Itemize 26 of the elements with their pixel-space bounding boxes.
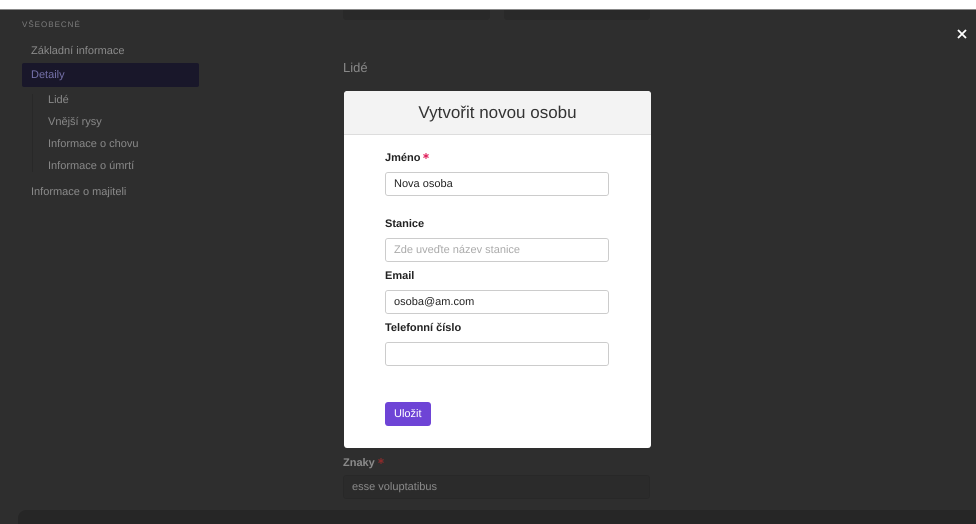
sidebar-item[interactable]: Detaily (22, 63, 199, 87)
section-heading: Lidé (343, 60, 369, 75)
close-icon[interactable] (957, 29, 967, 39)
input-field[interactable] (385, 342, 609, 366)
sidebar-subitem[interactable]: Informace o úmrtí (48, 160, 199, 172)
field-label: Stanice (385, 218, 424, 230)
sidebar-item[interactable]: Informace o majiteli (22, 180, 199, 204)
input-field[interactable]: Nova osoba (385, 172, 609, 196)
input-field[interactable]: Zde uveďte název stanice (385, 238, 609, 262)
modal-title: Vytvořit novou osobu (418, 102, 577, 122)
sidebar-subitem[interactable]: Lidé (48, 94, 199, 106)
input-field[interactable] (504, 10, 650, 20)
input-field[interactable]: esse voluptatibus (343, 475, 650, 499)
field-label: Znaky (343, 457, 375, 469)
sidebar-item[interactable]: Základní informace (22, 39, 199, 63)
save-button[interactable]: Uložit (385, 402, 431, 426)
sidebar-subitem[interactable]: Informace o chovu (48, 138, 199, 150)
input-field[interactable]: osoba@am.com (385, 290, 609, 314)
input-field[interactable] (343, 10, 490, 20)
sidebar-subitem[interactable]: Vnější rysy (48, 116, 199, 128)
required-mark-icon (378, 458, 384, 464)
required-mark-icon (423, 153, 430, 159)
field-label: Jméno (385, 152, 420, 164)
field-label: Telefonní číslo (385, 322, 462, 334)
sidebar-section-title: VŠEOBECNÉ (22, 20, 82, 29)
field-label: Email (385, 270, 414, 282)
